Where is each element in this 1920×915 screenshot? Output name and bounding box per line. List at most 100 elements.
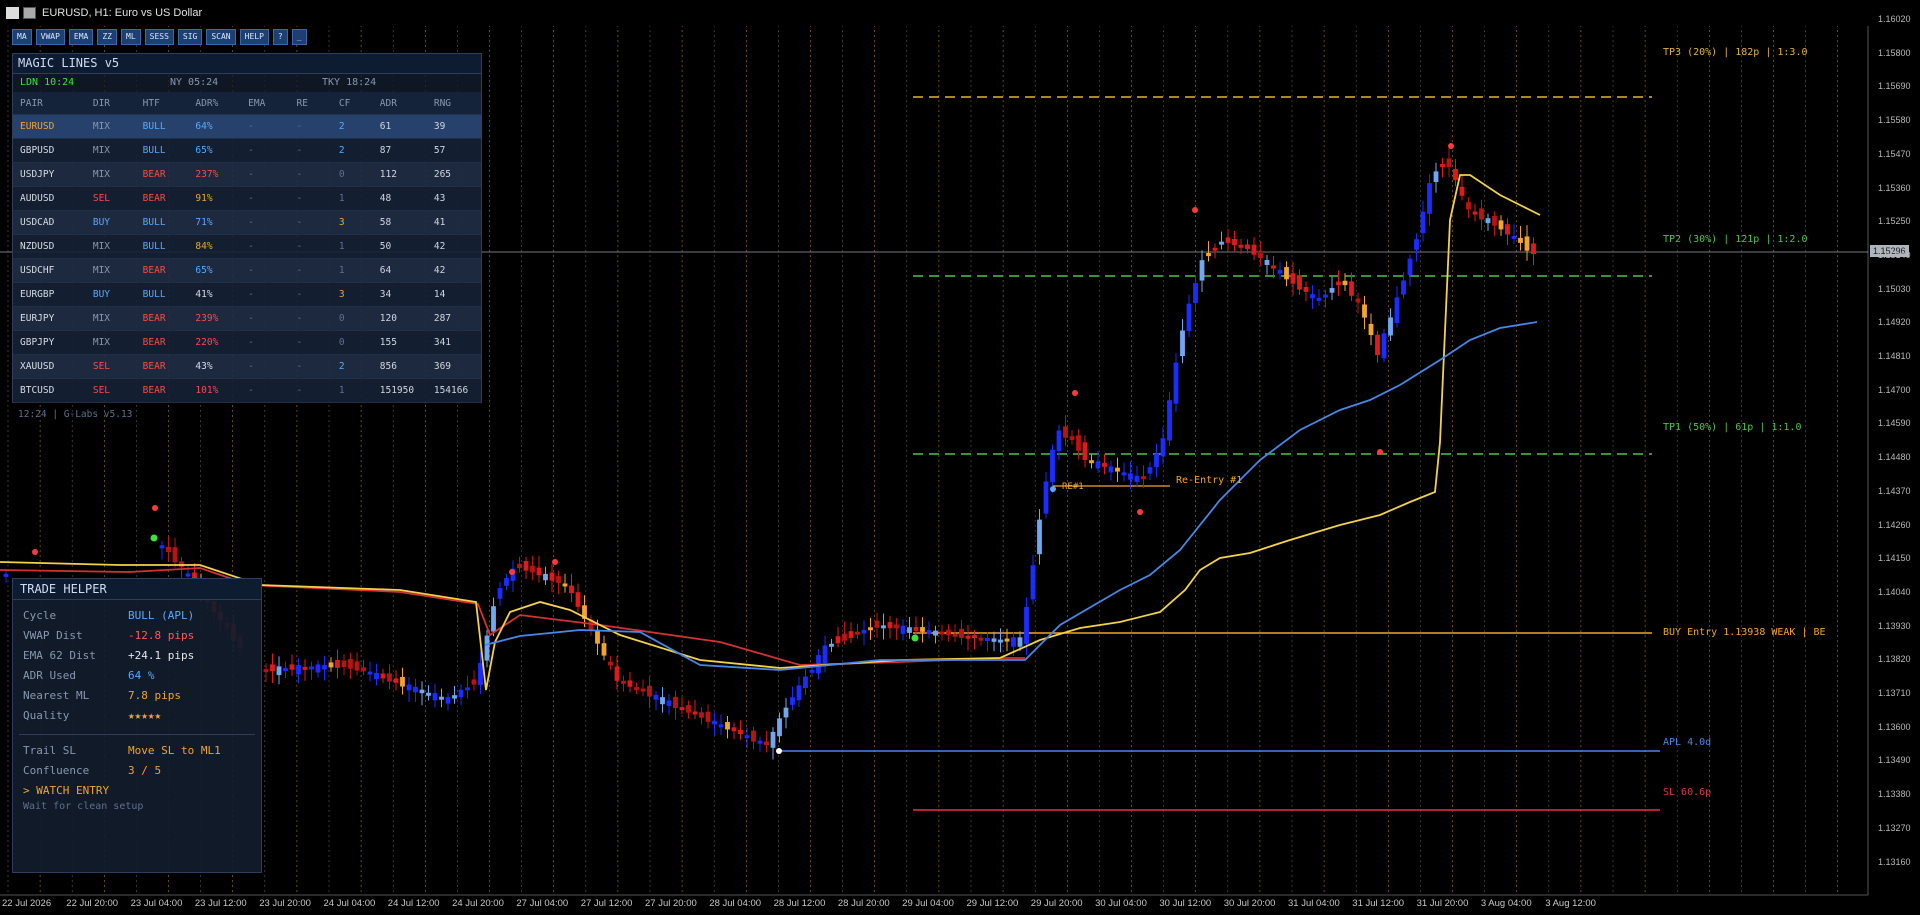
candle-body <box>998 639 1003 643</box>
table-row[interactable]: USDCHF MIX BEAR 65% - -1 64 42 <box>13 258 481 283</box>
table-row[interactable]: AUDUSD SEL BEAR 91% - -1 48 43 <box>13 186 481 211</box>
price-tick: 1.13600 <box>1878 721 1911 732</box>
candle-body <box>660 697 665 705</box>
signal-marker <box>1377 449 1383 455</box>
candle-body <box>452 695 457 699</box>
candle-body <box>393 678 399 683</box>
time-tick: 23 Jul 04:00 <box>130 898 183 909</box>
cell-htf: BULL <box>135 114 189 139</box>
signal-marker <box>1137 509 1143 515</box>
cell-htf: BULL <box>135 234 189 259</box>
helper-key: Nearest ML <box>23 689 90 702</box>
price-tick: 1.13710 <box>1878 688 1911 698</box>
candle-body <box>562 583 568 587</box>
toolbar-button-5[interactable]: SESS <box>144 29 174 45</box>
candle-body <box>1303 286 1309 292</box>
candle-body <box>543 573 548 581</box>
candle-body <box>322 665 327 670</box>
candle-body <box>621 680 626 684</box>
table-row[interactable]: EURJPY MIX BEAR 239% - -0 120 287 <box>13 306 481 331</box>
signal-marker <box>32 549 38 555</box>
candle-body <box>289 664 295 670</box>
candle-body <box>1004 638 1010 642</box>
cell-rng: 287 <box>426 306 481 331</box>
price-tick: 1.14150 <box>1878 553 1911 564</box>
cell-adr: 64 <box>372 258 427 283</box>
candle-body <box>1329 288 1335 293</box>
price-tick: 1.16020 <box>1878 14 1911 24</box>
cell-adr: 34 <box>372 282 427 307</box>
toolbar-button-1[interactable]: VWAP <box>35 29 65 45</box>
cell-adrp: 64% <box>188 114 242 139</box>
cell-pair: GBPUSD <box>13 138 86 163</box>
table-row[interactable]: EURUSD MIX BULL 64% - -2 61 39 <box>13 114 481 139</box>
candle-body <box>413 686 418 693</box>
tp2-label: TP2 (30%) | 121p | 1:2.0 <box>1663 234 1808 245</box>
candle-body <box>1453 168 1458 181</box>
cell-adrp: 239% <box>188 306 242 331</box>
helper-row-nearest-ml: Nearest ML 7.8 pips <box>13 686 261 706</box>
table-row[interactable]: XAUUSD SEL BEAR 43% - -2 856 369 <box>13 354 481 379</box>
candle-body <box>354 661 360 671</box>
candle-body <box>1401 280 1406 295</box>
candle-body <box>1043 481 1049 514</box>
candle-body <box>465 687 470 691</box>
candle-body <box>822 645 828 664</box>
toolbar-button-0[interactable]: MA <box>12 29 32 45</box>
candle-body <box>926 630 932 635</box>
price-tick: 1.14260 <box>1878 519 1911 530</box>
toolbar-button-9[interactable]: ? <box>272 29 288 45</box>
candle-body <box>673 696 678 709</box>
cell-adr: 155 <box>372 330 427 355</box>
candle-body <box>900 625 906 634</box>
cell-pair: USDCAD <box>13 210 86 235</box>
ema-line <box>484 321 1538 671</box>
table-row[interactable]: NZDUSD MIX BULL 84% - -1 50 42 <box>13 234 481 259</box>
table-row[interactable]: USDCAD BUY BULL 71% - -3 58 41 <box>13 210 481 235</box>
cell-rng: 341 <box>426 330 481 355</box>
candle-body <box>172 547 178 563</box>
cell-adrp: 41% <box>188 282 242 307</box>
table-row[interactable]: GBPUSD MIX BULL 65% - -2 87 57 <box>13 138 481 163</box>
candle-body <box>1284 267 1289 280</box>
signal-marker <box>1192 207 1198 213</box>
toolbar-button-4[interactable]: ML <box>121 29 141 45</box>
candle-body <box>1147 467 1153 474</box>
toolbar-button-8[interactable]: HELP <box>239 29 269 45</box>
candle-body <box>1297 275 1302 290</box>
helper-row-cycle: Cycle BULL (APL) <box>13 606 261 626</box>
table-row[interactable]: BTCUSD SEL BEAR 101% - -1 151950 154166 <box>13 378 481 403</box>
pairs-table: PAIR DIR HTF ADR% EMA RE CF ADR RNG EURUSD MIX BUL… <box>13 92 481 403</box>
candle-body <box>861 629 867 634</box>
candle-body <box>939 631 945 635</box>
toolbar-button-6[interactable]: SIG <box>177 29 203 45</box>
candle-body <box>1082 442 1088 461</box>
toolbar-button-10[interactable]: _ <box>291 29 307 45</box>
candle-body <box>296 665 301 675</box>
candle-body <box>471 679 477 685</box>
toolbar-button-2[interactable]: EMA <box>68 29 94 45</box>
cell-cf: 2 <box>331 354 373 379</box>
price-tick: 1.14700 <box>1878 384 1911 395</box>
menu-icon[interactable] <box>6 7 19 19</box>
table-row[interactable]: USDJPY MIX BEAR 237% - -0 112 265 <box>13 162 481 187</box>
candle-body <box>432 693 438 701</box>
candle-body <box>185 573 191 577</box>
cell-htf: BULL <box>135 210 189 235</box>
candle-body <box>1017 637 1023 647</box>
price-tick: 1.13930 <box>1878 620 1911 631</box>
cell-dir: SEL <box>85 378 136 403</box>
candle-body <box>1063 426 1068 438</box>
candle-body <box>894 624 899 629</box>
cell-htf: BEAR <box>135 354 189 379</box>
tp3-label: TP3 (20%) | 182p | 1:3.0 <box>1663 47 1808 58</box>
candle-body <box>1342 280 1348 286</box>
toolbar-button-3[interactable]: ZZ <box>97 29 117 45</box>
time-tick: 31 Jul 04:00 <box>1288 898 1340 909</box>
table-row[interactable]: GBPJPY MIX BEAR 220% - -0 155 341 <box>13 330 481 355</box>
toolbar-button-7[interactable]: SCAN <box>206 29 236 45</box>
cell-adrp: 101% <box>188 378 242 403</box>
helper-value: 64 % <box>128 669 155 682</box>
candle-body <box>1199 260 1205 281</box>
table-row[interactable]: EURGBP BUY BULL 41% - -3 34 14 <box>13 282 481 307</box>
